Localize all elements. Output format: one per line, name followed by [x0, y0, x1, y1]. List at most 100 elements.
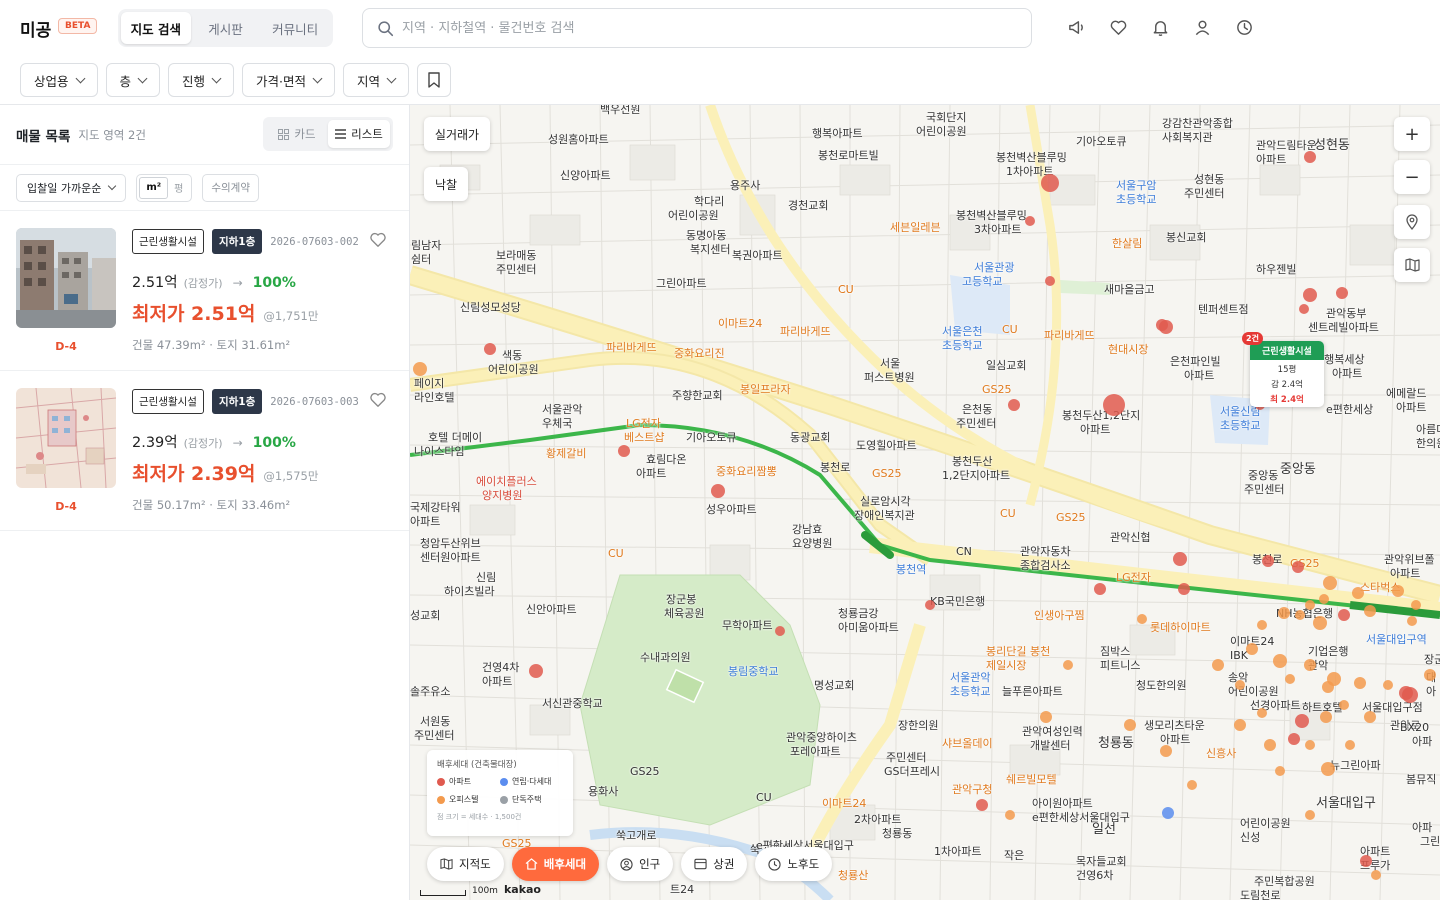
- heart-icon[interactable]: [1107, 16, 1129, 38]
- map-place-label: 봄뮤직: [1406, 773, 1437, 786]
- filter-region[interactable]: 지역: [343, 63, 410, 97]
- layer-households-button[interactable]: 배후세대: [511, 847, 600, 881]
- bell-icon[interactable]: [1149, 16, 1171, 38]
- filter-floor[interactable]: 층: [105, 63, 161, 97]
- map-place-label: 기아오토큐: [1076, 135, 1127, 148]
- tab-map-search[interactable]: 지도 검색: [121, 12, 191, 44]
- listing-marker-popup[interactable]: 2건 근린생활시설 15평 감 2.4억 최 2.4억: [1242, 332, 1324, 407]
- map-place-label: 파리바게뜨: [780, 325, 831, 338]
- listing-photo[interactable]: [16, 228, 116, 328]
- layer-commercial-button[interactable]: 상권: [681, 847, 748, 881]
- map-place-label: GS25: [872, 467, 902, 480]
- map-place-label: 봉천벽산블루밍: [956, 209, 1027, 222]
- map-place-label: 초등학교: [1220, 419, 1261, 432]
- search-input[interactable]: [402, 20, 1002, 36]
- unit-pyeong-button[interactable]: 평: [168, 177, 189, 199]
- map-place-label: 동광교회: [790, 431, 831, 444]
- zoom-out-button[interactable]: −: [1394, 160, 1430, 194]
- map-place-label: 서울: [880, 357, 901, 370]
- map-place-label: 세븐일레븐: [890, 221, 941, 234]
- listing-item[interactable]: D-4 근린생활시설 지하1층 2026-07603-002 2.51억 (감정…: [0, 211, 409, 371]
- auction-result-button[interactable]: 낙찰: [424, 167, 468, 201]
- layer-population-button[interactable]: 인구: [607, 847, 674, 881]
- map-place-label: 아이원아파트: [1032, 797, 1093, 810]
- layer-cadastral-button[interactable]: 지적도: [427, 847, 504, 881]
- map-place-label: 주민센터: [1244, 483, 1285, 496]
- map-place-label: 복지센터: [690, 243, 731, 256]
- filter-label: 상업용: [34, 73, 69, 89]
- brand-logo[interactable]: 미공: [20, 16, 51, 41]
- map-type-button[interactable]: [1394, 248, 1430, 282]
- filter-use-type[interactable]: 상업용: [20, 63, 98, 97]
- map-place-label: 아파트: [482, 675, 513, 688]
- layer-aging-button[interactable]: 노후도: [755, 847, 833, 881]
- map-place-label: 색동: [502, 349, 523, 362]
- legend-swatch: [500, 795, 508, 804]
- favorite-button[interactable]: [369, 392, 387, 412]
- current-location-button[interactable]: [1394, 205, 1430, 239]
- map-place-label: 솔주유소: [410, 685, 451, 698]
- sort-select[interactable]: 입찰일 가까운순: [16, 173, 127, 202]
- map-place-label: 장군봉: [666, 593, 697, 606]
- map-place-label: GS25: [630, 765, 660, 778]
- map-place-label: CU: [1000, 507, 1016, 520]
- bookmark-filter-button[interactable]: [417, 63, 452, 97]
- location-pin-icon: [1406, 214, 1418, 230]
- legend-swatch: [500, 777, 508, 786]
- listing-photo[interactable]: [16, 388, 116, 488]
- map-canvas[interactable]: 백우선원 국회단지 어린이공원 강감찬관악종합 사회복지관 성원홈아파트 행복아파트 기아오토…: [410, 105, 1440, 900]
- real-transaction-button[interactable]: 실거래가: [424, 117, 490, 151]
- favorite-button[interactable]: [369, 232, 387, 252]
- heart-icon: [370, 232, 386, 247]
- filter-progress[interactable]: 진행: [168, 63, 235, 97]
- map-place-label: 관악구청: [952, 783, 993, 796]
- zoom-in-button[interactable]: +: [1394, 117, 1430, 151]
- map-place-label: 기업은행: [1308, 645, 1349, 658]
- map-place-label: 장한의원: [898, 719, 939, 732]
- map-place-label: 에메랄드: [1386, 387, 1427, 400]
- map-place-label: 쉼터: [411, 253, 432, 266]
- household-dot: [1352, 587, 1364, 599]
- map-place-label: 은천파인빌: [1170, 355, 1221, 368]
- map-place-label: 용화사: [588, 785, 619, 798]
- household-dot: [1162, 807, 1174, 819]
- map-place-label: 양지병원: [482, 489, 523, 502]
- household-dot: [1411, 600, 1421, 610]
- map-place-label: 신림: [476, 571, 497, 584]
- appraisal-price: 2.39억: [132, 435, 178, 451]
- map-place-label: IBK: [1230, 649, 1249, 662]
- household-dot: [1323, 576, 1337, 590]
- map-place-label: KB국민은행: [930, 595, 986, 608]
- map-place-label: 한살림: [1112, 237, 1143, 250]
- household-dot: [1345, 740, 1355, 750]
- household-dot: [1313, 616, 1327, 630]
- household-dot: [1304, 659, 1316, 671]
- household-dot: [1360, 855, 1372, 867]
- unit-m2-button[interactable]: m²: [139, 176, 169, 199]
- view-list-button[interactable]: 리스트: [328, 120, 390, 148]
- household-dot: [1304, 151, 1316, 163]
- contract-filter-button[interactable]: 수의계약: [202, 173, 259, 202]
- user-icon[interactable]: [1191, 16, 1213, 38]
- megaphone-icon[interactable]: [1065, 16, 1087, 38]
- household-dot: [1103, 394, 1125, 416]
- map-place-label: 주민센터: [414, 729, 455, 742]
- marker-size: 15평: [1277, 365, 1297, 375]
- filter-price-area[interactable]: 가격·면적: [242, 63, 336, 97]
- search-box[interactable]: [362, 8, 1032, 48]
- clock-icon[interactable]: [1233, 16, 1255, 38]
- household-dot: [1338, 609, 1350, 621]
- chevron-down-icon: [137, 73, 148, 83]
- household-dot: [1292, 561, 1304, 573]
- tab-community[interactable]: 커뮤니티: [260, 12, 330, 44]
- map-place-label: 텐퍼센트점: [1198, 303, 1249, 316]
- minimum-price: 최저가 2.39억: [132, 463, 256, 485]
- map-place-label: BX20: [1400, 721, 1430, 734]
- bookmark-icon: [428, 72, 440, 88]
- tab-board[interactable]: 게시판: [191, 12, 261, 44]
- view-card-button[interactable]: 카드: [266, 120, 328, 148]
- listing-item[interactable]: D-4 근린생활시설 지하1층 2026-07603-003 2.39억 (감정…: [0, 371, 409, 531]
- map-place-label: 파리바게뜨: [606, 341, 657, 354]
- household-dot: [1273, 654, 1287, 668]
- map-place-label: 주민센터: [1184, 187, 1225, 200]
